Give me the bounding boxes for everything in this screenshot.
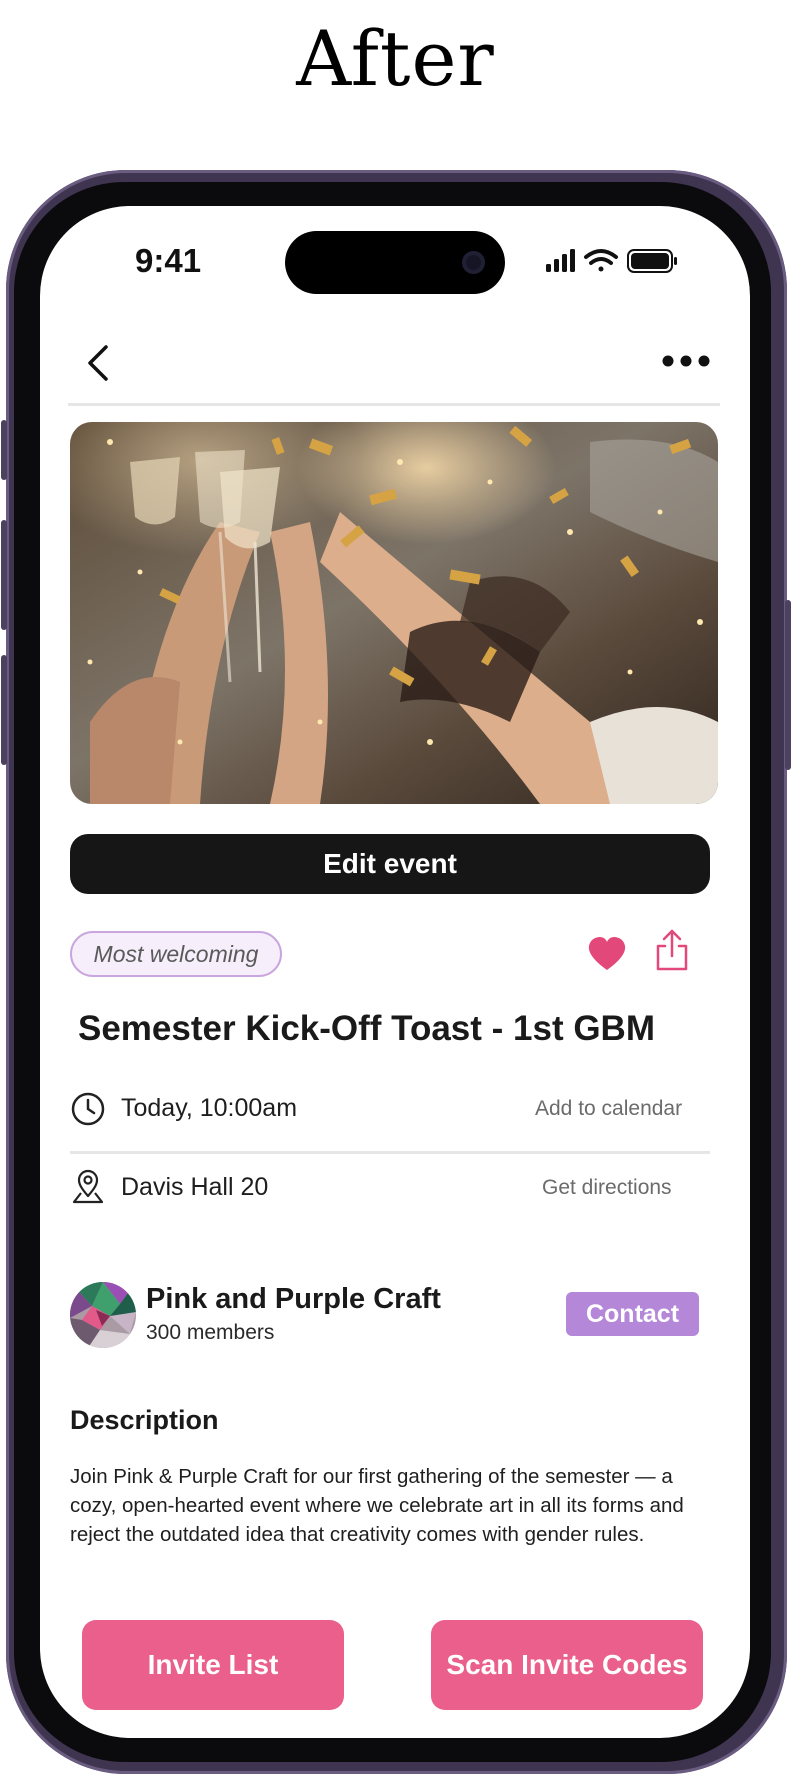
add-to-calendar-link[interactable]: Add to calendar (535, 1097, 682, 1121)
organizer-avatar (70, 1282, 136, 1348)
page-caption: After (296, 14, 495, 103)
event-time: Today, 10:00am (121, 1094, 298, 1122)
dynamic-island (285, 231, 505, 294)
side-button-action (1, 420, 7, 480)
battery-icon (627, 249, 677, 273)
contact-button[interactable]: Contact (566, 1292, 699, 1336)
wifi-icon (584, 249, 618, 272)
phone-screen: 9:41 Edit event Most welcoming Semester … (40, 206, 750, 1738)
signal-icon (546, 249, 575, 272)
share-icon[interactable] (654, 928, 690, 972)
status-icons (546, 249, 677, 273)
location-pin-icon (72, 1169, 104, 1204)
chevron-left-icon[interactable] (80, 341, 120, 385)
more-horizontal-icon[interactable] (660, 346, 712, 376)
details-divider (70, 1151, 710, 1154)
side-button-volume-down (1, 655, 7, 765)
invite-list-button[interactable]: Invite List (82, 1620, 344, 1710)
edit-event-button[interactable]: Edit event (70, 834, 710, 894)
front-camera (462, 251, 485, 274)
organizer-member-count: 300 members (146, 1321, 275, 1344)
get-directions-link[interactable]: Get directions (542, 1176, 672, 1200)
event-location: Davis Hall 20 (121, 1173, 269, 1201)
clock-icon (71, 1092, 105, 1126)
side-button-volume-up (1, 520, 7, 630)
organizer-name[interactable]: Pink and Purple Craft (146, 1283, 441, 1316)
scan-invite-codes-button[interactable]: Scan Invite Codes (431, 1620, 703, 1710)
description-text: Join Pink & Purple Craft for our first g… (70, 1465, 684, 1546)
side-button-power (785, 600, 791, 770)
event-title: Semester Kick-Off Toast - 1st GBM (78, 1009, 655, 1048)
status-time: 9:41 (135, 242, 202, 279)
header-divider (68, 403, 720, 406)
event-hero-image (70, 422, 718, 804)
description-heading: Description (70, 1405, 219, 1435)
heart-icon[interactable] (587, 936, 627, 972)
event-tag: Most welcoming (70, 931, 282, 977)
